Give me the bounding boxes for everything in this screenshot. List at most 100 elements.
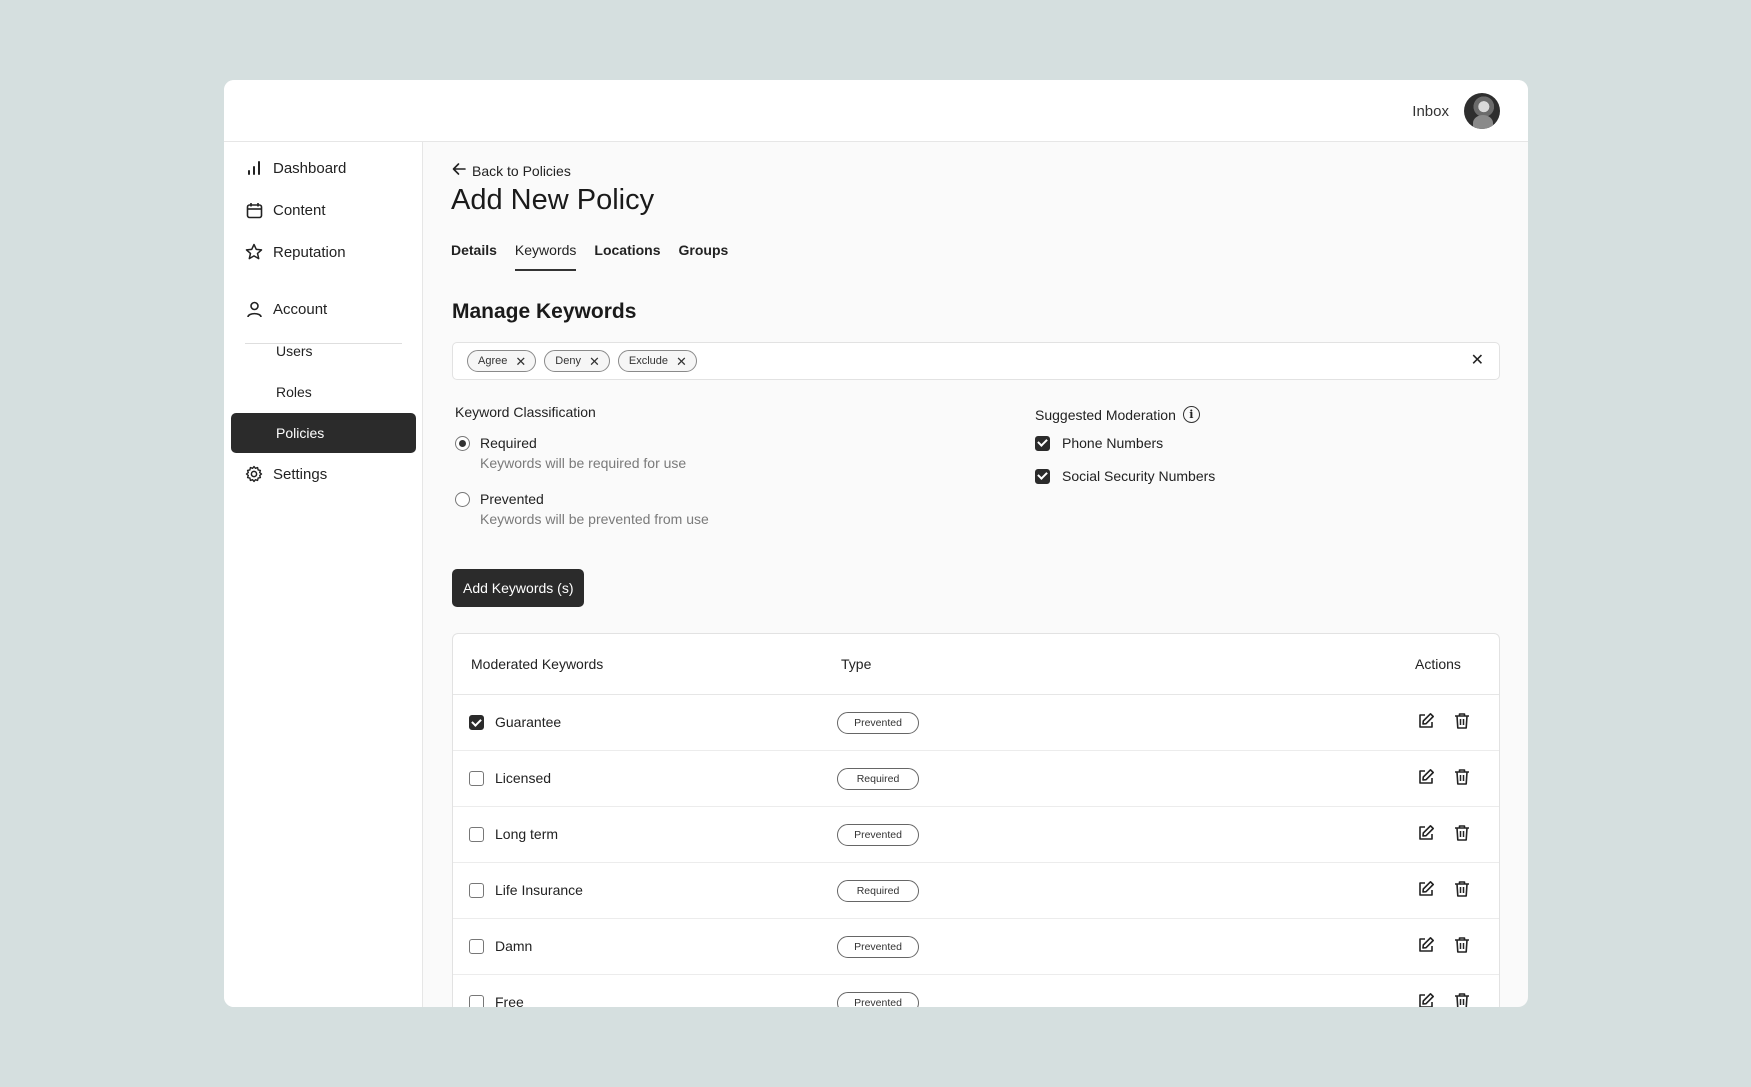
classification-label: Keyword Classification <box>455 404 596 420</box>
tab-bar: Details Keywords Locations Groups <box>451 242 746 271</box>
edit-icon[interactable] <box>1416 879 1436 899</box>
sidebar-item-content[interactable]: Content <box>231 191 416 229</box>
option-label: Phone Numbers <box>1062 435 1164 451</box>
type-badge: Prevented <box>837 936 919 958</box>
suggested-moderation: Suggested Moderation i Phone Numbers Soc… <box>1035 406 1355 484</box>
trash-icon[interactable] <box>1452 879 1472 899</box>
radio-title: Required <box>480 435 537 451</box>
moderation-header: Suggested Moderation i <box>1035 406 1355 423</box>
tab-locations[interactable]: Locations <box>594 242 660 271</box>
chip-label: Agree <box>478 355 508 367</box>
sidebar-item-account[interactable]: Account <box>231 290 416 328</box>
trash-icon[interactable] <box>1452 823 1472 843</box>
table-row: Free Prevented <box>453 975 1499 1007</box>
add-keywords-button[interactable]: Add Keywords (s) <box>452 569 585 607</box>
row-checkbox[interactable] <box>469 827 484 842</box>
remove-chip-icon[interactable]: ✕ <box>589 355 600 368</box>
edit-icon[interactable] <box>1416 823 1436 843</box>
type-badge: Prevented <box>837 712 919 734</box>
moderation-list: Phone Numbers Social Security Numbers <box>1035 435 1355 484</box>
keyword-chip: Agree ✕ <box>467 350 537 372</box>
keyword-chip: Deny ✕ <box>544 350 610 372</box>
sidebar-item-reputation[interactable]: Reputation <box>231 233 416 271</box>
back-link-label: Back to Policies <box>472 162 571 179</box>
chip-label: Deny <box>555 355 581 367</box>
main-content: Back to Policies Add New Policy Details … <box>424 142 1528 1007</box>
table-row: Life Insurance Required <box>453 863 1499 919</box>
trash-icon[interactable] <box>1452 991 1472 1007</box>
radio-required: Required Keywords will be required for u… <box>455 435 795 471</box>
remove-chip-icon[interactable]: ✕ <box>515 355 526 368</box>
star-icon <box>244 242 264 262</box>
row-checkbox[interactable] <box>469 995 484 1007</box>
remove-chip-icon[interactable]: ✕ <box>676 355 687 368</box>
keyword-cell: Damn <box>495 938 533 954</box>
checkbox[interactable] <box>1035 468 1050 484</box>
row-checkbox[interactable] <box>469 715 484 730</box>
page-title: Add New Policy <box>451 184 655 216</box>
keyword-cell: Licensed <box>495 770 552 786</box>
type-badge: Required <box>837 880 919 902</box>
radio-description: Keywords will be required for use <box>480 455 687 471</box>
keyword-cell: Guarantee <box>495 714 562 730</box>
keywords-table: Moderated Keywords Type Actions Guarante… <box>452 633 1500 1007</box>
table-row: Guarantee Prevented <box>453 695 1499 751</box>
arrow-left-icon <box>452 162 466 179</box>
sidebar-item-settings[interactable]: Settings <box>231 455 416 493</box>
bar-chart-icon <box>244 158 264 178</box>
keyword-tag-input[interactable]: Agree ✕ Deny ✕ Exclude ✕ ✕ <box>452 342 1500 380</box>
radio-title: Prevented <box>480 491 544 507</box>
row-checkbox[interactable] <box>469 771 484 786</box>
tab-details[interactable]: Details <box>451 242 497 271</box>
gear-icon <box>244 464 264 484</box>
keyword-chip: Exclude ✕ <box>617 350 697 372</box>
moderation-option: Phone Numbers <box>1035 435 1355 451</box>
column-header-actions: Actions <box>1415 656 1461 672</box>
inbox-link[interactable]: Inbox <box>1412 103 1449 120</box>
checkbox[interactable] <box>1035 435 1050 451</box>
sidebar-item-label: Dashboard <box>273 159 347 177</box>
edit-icon[interactable] <box>1416 711 1436 731</box>
keyword-cell: Long term <box>495 826 559 842</box>
sidebar-item-label: Users <box>276 343 313 359</box>
type-badge: Required <box>837 768 919 790</box>
type-badge: Prevented <box>837 824 919 846</box>
table-row: Licensed Required <box>453 751 1499 807</box>
moderation-option: Social Security Numbers <box>1035 468 1355 484</box>
table-row: Damn Prevented <box>453 919 1499 975</box>
avatar[interactable] <box>1464 93 1500 129</box>
option-label: Social Security Numbers <box>1062 468 1216 484</box>
tab-groups[interactable]: Groups <box>679 242 729 271</box>
top-bar: Inbox <box>224 80 1528 142</box>
keyword-cell: Free <box>495 994 524 1007</box>
sidebar-item-label: Policies <box>276 425 325 441</box>
sidebar-item-roles[interactable]: Roles <box>231 373 416 411</box>
back-to-policies-link[interactable]: Back to Policies <box>452 162 571 179</box>
column-header-type: Type <box>841 656 872 672</box>
tab-keywords[interactable]: Keywords <box>514 242 577 271</box>
sidebar: Dashboard Content Reputation Account Use… <box>224 142 423 1007</box>
edit-icon[interactable] <box>1416 767 1436 787</box>
calendar-icon <box>244 200 264 220</box>
row-checkbox[interactable] <box>469 939 484 954</box>
trash-icon[interactable] <box>1452 767 1472 787</box>
radio-button[interactable] <box>455 436 470 451</box>
clear-all-icon[interactable]: ✕ <box>1471 352 1484 370</box>
sidebar-item-policies[interactable]: Policies <box>231 413 416 453</box>
table-row: Long term Prevented <box>453 807 1499 863</box>
edit-icon[interactable] <box>1416 991 1436 1007</box>
edit-icon[interactable] <box>1416 935 1436 955</box>
radio-button[interactable] <box>455 492 470 507</box>
trash-icon[interactable] <box>1452 711 1472 731</box>
column-header-keyword: Moderated Keywords <box>471 656 604 672</box>
sidebar-item-dashboard[interactable]: Dashboard <box>231 149 416 187</box>
trash-icon[interactable] <box>1452 935 1472 955</box>
sidebar-item-label: Content <box>273 201 326 219</box>
type-badge: Prevented <box>837 992 919 1007</box>
sidebar-item-label: Reputation <box>273 243 346 261</box>
info-icon[interactable]: i <box>1182 406 1200 423</box>
sidebar-item-users[interactable]: Users <box>231 332 416 370</box>
row-checkbox[interactable] <box>469 883 484 898</box>
sidebar-item-label: Roles <box>276 384 312 400</box>
sidebar-item-label: Account <box>273 300 328 318</box>
